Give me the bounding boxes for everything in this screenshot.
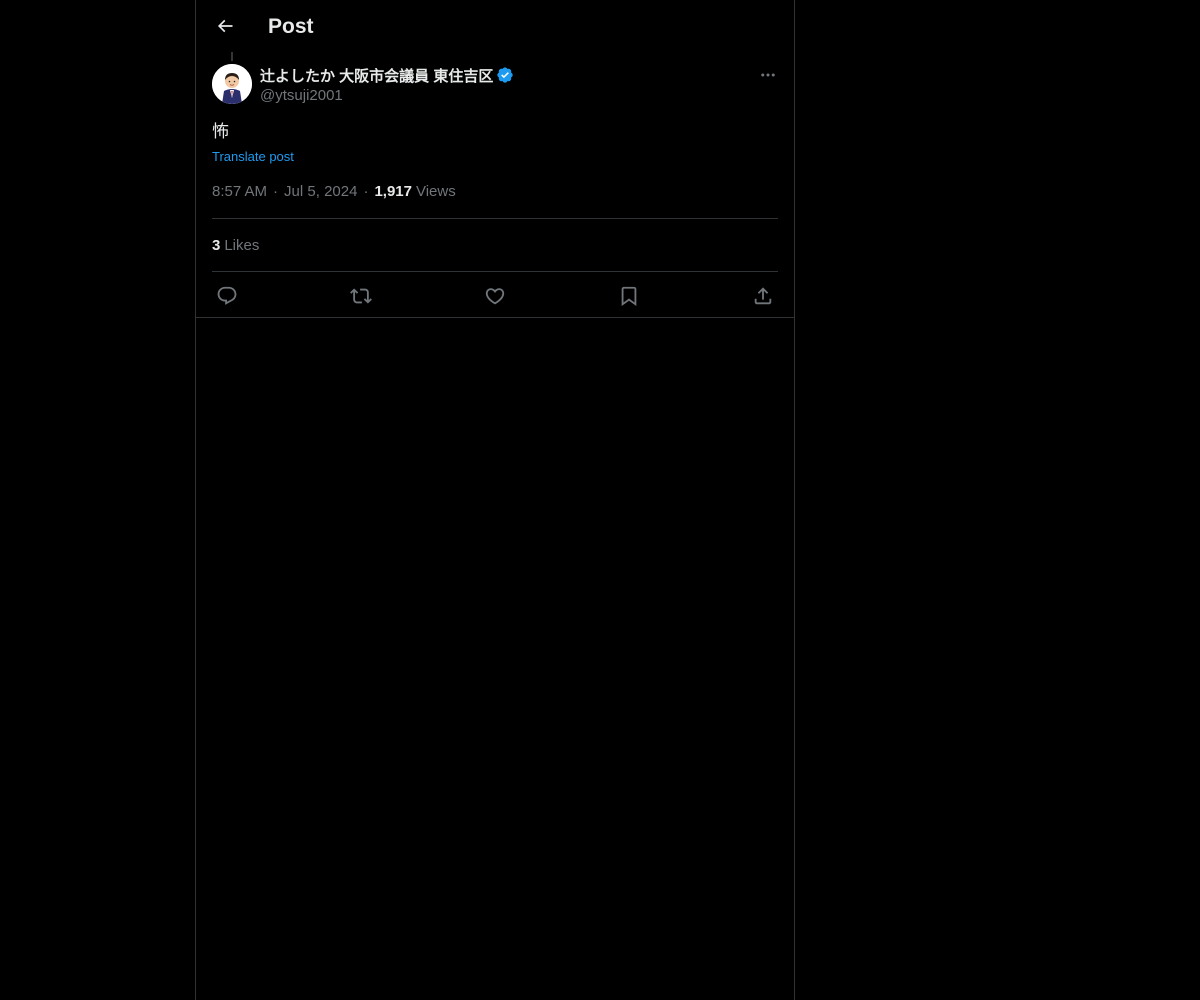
- top-header: Post: [196, 0, 794, 53]
- display-name-row: 辻よしたか 大阪市会議員 東住吉区: [260, 64, 514, 86]
- post-article: 辻よしたか 大阪市会議員 東住吉区 @ytsuji2001 怖 Translat…: [212, 64, 778, 319]
- avatar-image: [212, 64, 252, 104]
- meta-separator: ·: [273, 183, 279, 200]
- repost-button[interactable]: [350, 285, 372, 307]
- back-button[interactable]: [208, 9, 242, 43]
- like-button[interactable]: [484, 285, 506, 307]
- likes-label: Likes: [224, 236, 260, 254]
- translate-post-link[interactable]: Translate post: [212, 148, 294, 166]
- meta-separator: ·: [363, 183, 369, 200]
- more-options-button[interactable]: [758, 64, 778, 86]
- author-handle[interactable]: @ytsuji2001: [260, 86, 514, 106]
- share-button[interactable]: [752, 285, 774, 307]
- avatar[interactable]: [212, 64, 252, 104]
- post-date[interactable]: Jul 5, 2024: [284, 182, 357, 202]
- views-count: 1,917: [374, 183, 412, 200]
- reply-button[interactable]: [216, 285, 238, 307]
- likes-count: 3: [212, 236, 221, 254]
- author-display-name[interactable]: 辻よしたか 大阪市会議員 東住吉区: [260, 65, 493, 86]
- reply-icon: [217, 286, 237, 305]
- author-row: 辻よしたか 大阪市会議員 東住吉区 @ytsuji2001: [212, 64, 778, 106]
- arrow-left-icon: [217, 19, 233, 33]
- post-time[interactable]: 8:57 AM: [212, 182, 267, 202]
- author-info: 辻よしたか 大阪市会議員 東住吉区 @ytsuji2001: [260, 64, 514, 106]
- views-label: Views: [415, 183, 456, 200]
- post-text: 怖: [212, 122, 229, 141]
- likes-row[interactable]: 3 Likes: [212, 219, 778, 271]
- action-bar: [212, 272, 778, 319]
- share-icon: [754, 286, 772, 304]
- bookmark-button[interactable]: [618, 285, 640, 307]
- verified-badge-icon[interactable]: [496, 66, 514, 84]
- repost-icon: [350, 288, 372, 303]
- page-title: Post: [268, 15, 314, 38]
- thread-connector-line: [231, 52, 233, 61]
- heart-icon: [485, 287, 505, 304]
- more-horizontal-icon: [761, 73, 775, 77]
- bookmark-icon: [621, 286, 637, 306]
- post-detail-column: Post 辻よしたか 大阪市会議員 東住吉区 @ytsuji2001 怖 Tra…: [195, 0, 795, 1000]
- post-meta: 8:57 AM · Jul 5, 2024 · 1,917 Views: [212, 182, 778, 202]
- post-bottom-border: [196, 317, 794, 318]
